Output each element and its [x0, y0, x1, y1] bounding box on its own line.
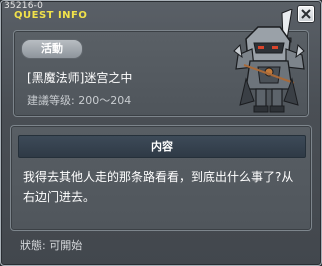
level-requirement: 建議等级: 200～204 [27, 94, 132, 107]
window-title: QUEST INFO [14, 10, 88, 21]
content-description: 我得去其他人走的那条路看看，到底出什么事了?从右边门进去。 [23, 170, 294, 204]
quest-status: 狀態: 可開始 [20, 239, 83, 252]
npc-portrait [233, 9, 305, 113]
quest-name: [黑魔法师]迷宫之中 [27, 71, 133, 85]
quest-info-window: 35216-0 QUEST INFO 活動 [黑魔法师]迷宫之中 建議等级: 2… [0, 0, 322, 266]
quest-summary-panel: 活動 [黑魔法师]迷宫之中 建議等级: 200～204 [13, 9, 309, 117]
quest-content-panel: 内容 我得去其他人走的那条路看看，到底出什么事了?从右边门进去。 [10, 125, 312, 231]
content-header: 内容 [18, 135, 306, 158]
category-badge: 活動 [21, 39, 83, 59]
